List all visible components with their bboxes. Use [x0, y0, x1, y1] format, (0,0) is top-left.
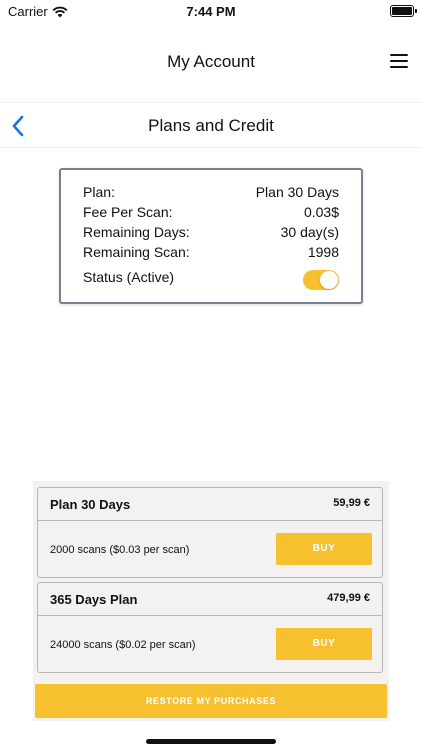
- section-title: Plans and Credit: [148, 116, 274, 135]
- info-value: 1998: [307, 244, 339, 260]
- plan-name: Plan 30 Days: [50, 497, 131, 512]
- plan-price: 479,99 €: [327, 592, 370, 604]
- info-row-remaining-scan: Remaining Scan: 1998: [83, 242, 339, 262]
- buy-button[interactable]: BUY: [276, 628, 372, 660]
- plan-name: 365 Days Plan: [50, 592, 138, 607]
- plan-header: 365 Days Plan 479,99 €: [38, 583, 382, 616]
- status-time: 7:44 PM: [186, 4, 236, 19]
- buy-button[interactable]: BUY: [276, 533, 372, 565]
- info-label: Plan:: [83, 184, 115, 200]
- info-row-fee: Fee Per Scan: 0.03$: [83, 202, 339, 222]
- page-title: My Account: [167, 52, 255, 71]
- info-value: 0.03$: [303, 204, 339, 220]
- section-navigation-bar: Plans and Credit: [0, 102, 422, 148]
- plan-description: 24000 scans ($0.02 per scan): [50, 639, 196, 651]
- info-row-status: Status (Active): [83, 264, 339, 290]
- hamburger-menu-icon[interactable]: [390, 54, 408, 68]
- info-value: Plan 30 Days: [255, 184, 339, 200]
- info-label: Remaining Days:: [83, 224, 190, 240]
- info-label: Fee Per Scan:: [83, 204, 173, 220]
- top-navigation-bar: My Account: [0, 38, 422, 86]
- info-value: 30 day(s): [280, 224, 339, 240]
- status-toggle[interactable]: [303, 270, 339, 290]
- plan-price: 59,99 €: [333, 497, 370, 509]
- status-label: Status (Active): [83, 269, 175, 285]
- plan-card: Plan 30 Days 59,99 € 2000 scans ($0.03 p…: [37, 487, 383, 578]
- plan-card: 365 Days Plan 479,99 € 24000 scans ($0.0…: [37, 582, 383, 673]
- info-row-remaining-days: Remaining Days: 30 day(s): [83, 222, 339, 242]
- restore-purchases-button[interactable]: RESTORE MY PURCHASES: [35, 684, 387, 718]
- plan-description: 2000 scans ($0.03 per scan): [50, 544, 190, 556]
- plan-body: 2000 scans ($0.03 per scan) BUY: [38, 521, 382, 577]
- info-label: Remaining Scan:: [83, 244, 190, 260]
- plans-panel: Plan 30 Days 59,99 € 2000 scans ($0.03 p…: [33, 481, 389, 721]
- battery-icon: [390, 5, 417, 17]
- info-row-plan: Plan: Plan 30 Days: [83, 182, 339, 202]
- plan-header: Plan 30 Days 59,99 €: [38, 488, 382, 521]
- plan-body: 24000 scans ($0.02 per scan) BUY: [38, 616, 382, 672]
- account-info-card: Plan: Plan 30 Days Fee Per Scan: 0.03$ R…: [59, 168, 363, 304]
- status-bar: Carrier 7:44 PM: [0, 0, 422, 24]
- home-indicator: [146, 739, 276, 744]
